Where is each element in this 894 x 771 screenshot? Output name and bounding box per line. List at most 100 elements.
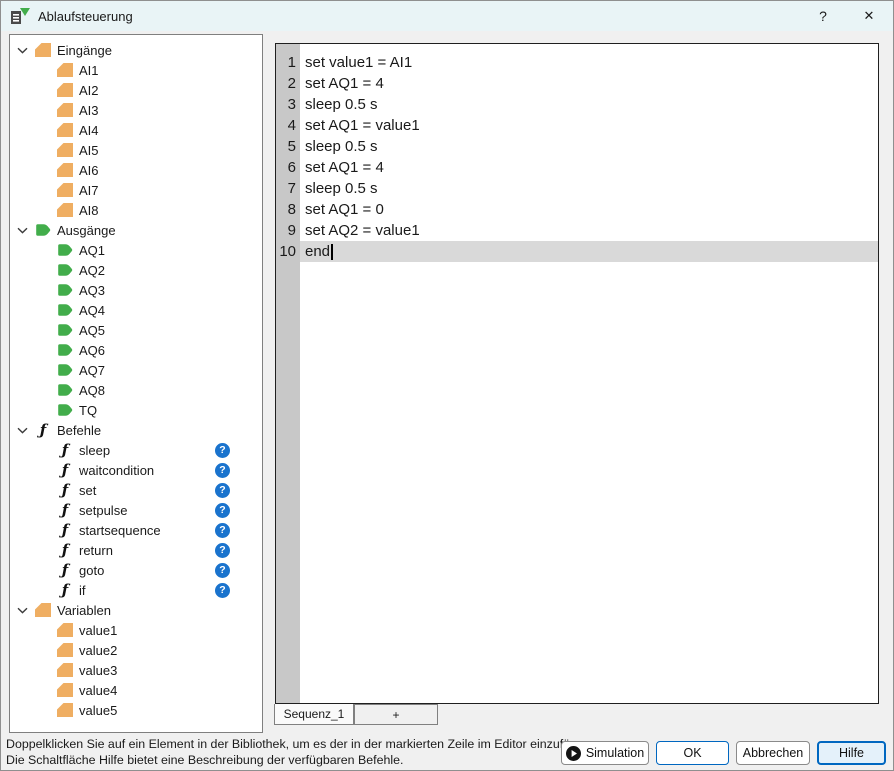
editor-line-10[interactable]: 10 end (276, 241, 878, 262)
editor-line-1[interactable]: 1 set value1 = AI1 (276, 52, 878, 73)
tree-item-label: AQ7 (79, 362, 106, 378)
tree-item-tq[interactable]: TQ (10, 400, 262, 420)
add-tab-button[interactable]: + (354, 704, 438, 725)
help-circle-icon[interactable]: ? (215, 542, 230, 558)
library-tree[interactable]: Eingänge AI1 AI2 AI3 AI4 AI5 AI6 AI7 AI8 Ausgänge… (9, 34, 263, 733)
chevron-down-icon[interactable] (17, 220, 29, 240)
tree-item-aq4[interactable]: AQ4 (10, 300, 262, 320)
tree-item-setpulse[interactable]: ƒ setpulse? (10, 500, 262, 520)
line-code[interactable]: sleep 0.5 s (300, 94, 878, 115)
app-icon (10, 7, 30, 25)
tree-item-label: AI6 (79, 162, 99, 178)
sequence-editor[interactable]: 1 set value1 = AI1 2 set AQ1 = 4 3 sleep 0.5 … (275, 43, 879, 704)
editor-line-7[interactable]: 7 sleep 0.5 s (276, 178, 878, 199)
tree-item-ai5[interactable]: AI5 (10, 140, 262, 160)
arrow-green-icon (57, 403, 73, 417)
function-icon: ƒ (61, 461, 69, 479)
tree-item-label: goto (79, 562, 105, 578)
tree-item-label: value3 (79, 662, 118, 678)
arrow-green-icon (57, 323, 73, 337)
tree-item-aq1[interactable]: AQ1 (10, 240, 262, 260)
cancel-button[interactable]: Abbrechen (736, 741, 810, 765)
help-circle-icon[interactable]: ? (215, 482, 230, 498)
help-circle-icon[interactable]: ? (215, 442, 230, 458)
tree-item-goto[interactable]: ƒ goto? (10, 560, 262, 580)
tree-item-ai1[interactable]: AI1 (10, 60, 262, 80)
help-circle-icon[interactable]: ? (215, 462, 230, 478)
arrow-green-icon (57, 303, 73, 317)
tree-item-value5[interactable]: value5 (10, 700, 262, 720)
line-number: 5 (287, 138, 296, 155)
help-circle-icon[interactable]: ? (215, 582, 230, 598)
tree-item-ai4[interactable]: AI4 (10, 120, 262, 140)
tree-item-label: set (79, 482, 97, 498)
tree-item-ai3[interactable]: AI3 (10, 100, 262, 120)
line-code[interactable]: set AQ1 = 4 (300, 73, 878, 94)
tree-item-aq8[interactable]: AQ8 (10, 380, 262, 400)
tree-section-eing-nge[interactable]: Eingänge (10, 40, 262, 60)
tree-item-if[interactable]: ƒ if? (10, 580, 262, 600)
tree-item-aq6[interactable]: AQ6 (10, 340, 262, 360)
close-icon[interactable]: ✕ (845, 1, 893, 31)
tree-item-label: AQ2 (79, 262, 106, 278)
help-circle-icon[interactable]: ? (215, 562, 230, 578)
line-number: 1 (287, 54, 296, 71)
tree-item-aq5[interactable]: AQ5 (10, 320, 262, 340)
line-code[interactable]: set AQ1 = 0 (300, 199, 878, 220)
tree-item-label: AI2 (79, 82, 99, 98)
line-number: 10 (279, 243, 296, 260)
line-code[interactable]: set AQ1 = 4 (300, 157, 878, 178)
ablaufsteuerung-dialog: Ablaufsteuerung ? ✕ Eingänge AI1 AI2 AI3 AI4… (0, 0, 894, 771)
tree-item-ai6[interactable]: AI6 (10, 160, 262, 180)
line-code[interactable]: set AQ1 = value1 (300, 115, 878, 136)
tag-orange-icon (57, 683, 73, 697)
tree-item-value2[interactable]: value2 (10, 640, 262, 660)
editor-line-4[interactable]: 4 set AQ1 = value1 (276, 115, 878, 136)
help-circle-icon[interactable]: ? (215, 522, 230, 538)
editor-line-9[interactable]: 9 set AQ2 = value1 (276, 220, 878, 241)
help-button[interactable]: Hilfe (817, 741, 886, 765)
tag-orange-icon (57, 63, 73, 77)
tree-section-befehle[interactable]: ƒ Befehle (10, 420, 262, 440)
simulation-button[interactable]: Simulation (561, 741, 649, 765)
tree-item-startsequence[interactable]: ƒ startsequence? (10, 520, 262, 540)
editor-line-3[interactable]: 3 sleep 0.5 s (276, 94, 878, 115)
editor-line-8[interactable]: 8 set AQ1 = 0 (276, 199, 878, 220)
tree-item-aq7[interactable]: AQ7 (10, 360, 262, 380)
tree-item-value4[interactable]: value4 (10, 680, 262, 700)
editor-line-5[interactable]: 5 sleep 0.5 s (276, 136, 878, 157)
line-number: 8 (287, 201, 296, 218)
tree-item-ai7[interactable]: AI7 (10, 180, 262, 200)
ok-button[interactable]: OK (656, 741, 729, 765)
editor-line-2[interactable]: 2 set AQ1 = 4 (276, 73, 878, 94)
tree-item-value1[interactable]: value1 (10, 620, 262, 640)
tree-item-aq2[interactable]: AQ2 (10, 260, 262, 280)
tab-sequenz-1[interactable]: Sequenz_1 (274, 704, 354, 725)
tree-item-return[interactable]: ƒ return? (10, 540, 262, 560)
chevron-down-icon[interactable] (17, 40, 29, 60)
line-code[interactable]: sleep 0.5 s (300, 136, 878, 157)
line-code[interactable]: sleep 0.5 s (300, 178, 878, 199)
line-number: 6 (287, 159, 296, 176)
tree-section-variablen[interactable]: Variablen (10, 600, 262, 620)
tree-item-ai8[interactable]: AI8 (10, 200, 262, 220)
line-code[interactable]: set AQ2 = value1 (300, 220, 878, 241)
tree-item-label: AI7 (79, 182, 99, 198)
titlebar-help-button[interactable]: ? (801, 1, 845, 31)
tag-orange-icon (57, 123, 73, 137)
line-code[interactable]: end (300, 241, 878, 262)
tree-item-set[interactable]: ƒ set? (10, 480, 262, 500)
tree-item-waitcondition[interactable]: ƒ waitcondition? (10, 460, 262, 480)
chevron-down-icon[interactable] (17, 600, 29, 620)
line-code[interactable]: set value1 = AI1 (300, 52, 878, 73)
tree-item-sleep[interactable]: ƒ sleep? (10, 440, 262, 460)
help-circle-icon[interactable]: ? (215, 502, 230, 518)
dialog-buttons: Simulation OK Abbrechen Hilfe (561, 741, 886, 765)
tree-item-aq3[interactable]: AQ3 (10, 280, 262, 300)
tree-section-ausg-nge[interactable]: Ausgänge (10, 220, 262, 240)
tree-item-label: if (79, 582, 86, 598)
editor-line-6[interactable]: 6 set AQ1 = 4 (276, 157, 878, 178)
tree-item-value3[interactable]: value3 (10, 660, 262, 680)
tree-item-ai2[interactable]: AI2 (10, 80, 262, 100)
chevron-down-icon[interactable] (17, 420, 29, 440)
